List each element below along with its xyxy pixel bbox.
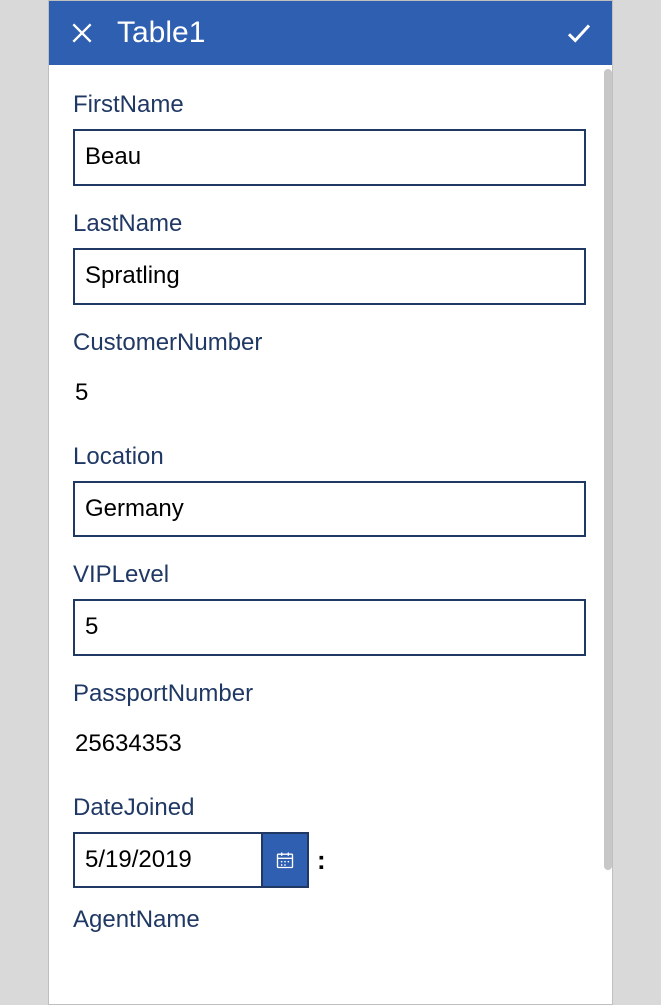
field-label: PassportNumber [73, 680, 586, 708]
field-label: CustomerNumber [73, 329, 586, 357]
field-label: DateJoined [73, 794, 586, 822]
vip-level-input[interactable] [73, 599, 586, 656]
field-label: VIPLevel [73, 561, 586, 589]
field-label: LastName [73, 210, 586, 238]
field-customer-number: CustomerNumber 5 [73, 329, 586, 419]
field-label: Location [73, 443, 586, 471]
customer-number-value: 5 [73, 367, 586, 419]
field-first-name: FirstName [73, 91, 586, 186]
field-vip-level: VIPLevel [73, 561, 586, 656]
field-date-joined: DateJoined [73, 794, 586, 888]
last-name-input[interactable] [73, 248, 586, 305]
field-location: Location [73, 443, 586, 538]
calendar-icon[interactable] [263, 832, 309, 888]
date-joined-row: : [73, 832, 586, 888]
time-separator: : [317, 845, 326, 876]
edit-form-screen: Table1 FirstName LastName CustomerNumber… [48, 0, 613, 1005]
field-passport-number: PassportNumber 25634353 [73, 680, 586, 770]
form-container: FirstName LastName CustomerNumber 5 Loca… [49, 65, 604, 1004]
form-scroll-area: FirstName LastName CustomerNumber 5 Loca… [49, 65, 612, 1004]
first-name-input[interactable] [73, 129, 586, 186]
field-label: FirstName [73, 91, 586, 119]
accept-icon[interactable] [564, 18, 594, 48]
title-bar: Table1 [49, 1, 612, 65]
passport-number-value: 25634353 [73, 718, 586, 770]
location-input[interactable] [73, 481, 586, 538]
scrollbar-thumb[interactable] [604, 69, 612, 870]
scrollbar[interactable] [604, 69, 612, 1000]
field-agent-name: AgentName [73, 906, 586, 934]
field-label: AgentName [73, 906, 586, 934]
form-title: Table1 [117, 16, 564, 50]
date-joined-input[interactable] [73, 832, 263, 888]
field-last-name: LastName [73, 210, 586, 305]
close-icon[interactable] [67, 18, 97, 48]
